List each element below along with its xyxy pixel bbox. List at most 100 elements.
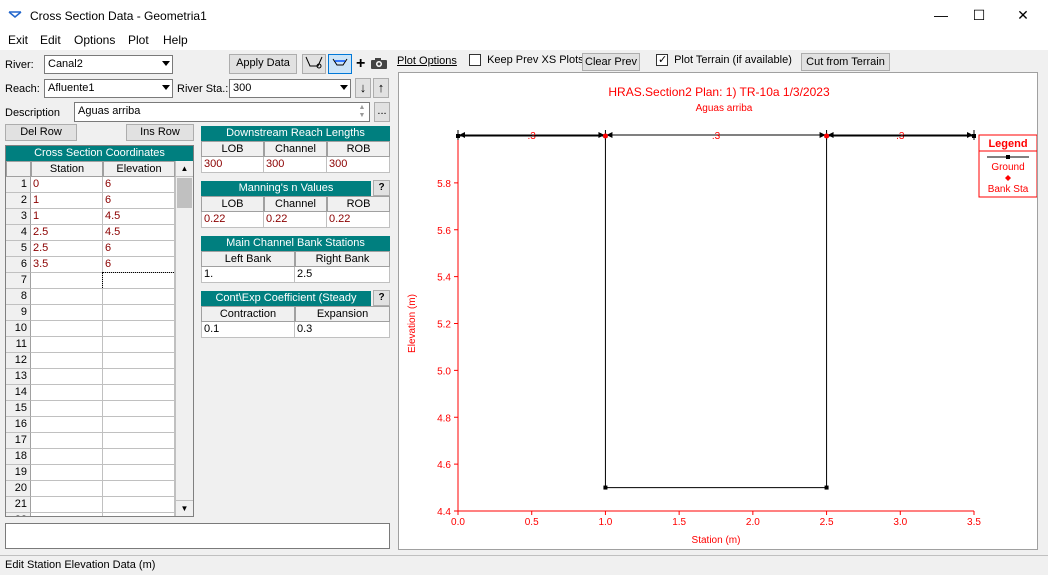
elevation-cell[interactable] bbox=[103, 449, 175, 465]
row-number[interactable]: 13 bbox=[6, 369, 31, 385]
station-cell[interactable] bbox=[31, 465, 103, 481]
contexp-help-button[interactable]: ? bbox=[373, 290, 390, 306]
row-number[interactable]: 14 bbox=[6, 385, 31, 401]
elevation-cell[interactable] bbox=[103, 465, 175, 481]
coords-scrollbar[interactable]: ▲ ▼ bbox=[175, 161, 193, 516]
plot-area[interactable]: HRAS.Section2 Plan: 1) TR-10a 1/3/2023 Ag… bbox=[398, 72, 1038, 550]
elevation-cell[interactable] bbox=[103, 433, 175, 449]
station-cell[interactable] bbox=[31, 385, 103, 401]
menu-edit[interactable]: Edit bbox=[40, 33, 61, 47]
station-cell[interactable]: 1 bbox=[31, 209, 103, 225]
row-number[interactable]: 7 bbox=[6, 273, 31, 289]
add-icon[interactable]: + bbox=[356, 55, 370, 73]
elevation-cell[interactable] bbox=[103, 337, 175, 353]
elevation-cell[interactable]: 4.5 bbox=[103, 209, 175, 225]
station-cell[interactable] bbox=[31, 353, 103, 369]
row-number[interactable]: 11 bbox=[6, 337, 31, 353]
row-number[interactable]: 8 bbox=[6, 289, 31, 305]
elevation-cell[interactable]: 4.5 bbox=[103, 225, 175, 241]
station-cell[interactable] bbox=[31, 337, 103, 353]
description-input[interactable]: Aguas arriba bbox=[74, 102, 370, 122]
elevation-cell[interactable] bbox=[103, 385, 175, 401]
station-cell[interactable] bbox=[31, 369, 103, 385]
apply-data-button[interactable]: Apply Data bbox=[229, 54, 297, 74]
row-number[interactable]: 6 bbox=[6, 257, 31, 273]
elevation-cell[interactable]: 6 bbox=[103, 193, 175, 209]
elevation-cell[interactable] bbox=[103, 497, 175, 513]
station-cell[interactable]: 0 bbox=[31, 177, 103, 193]
elevation-cell[interactable] bbox=[103, 305, 175, 321]
station-cell[interactable] bbox=[31, 273, 103, 289]
close-button[interactable]: ✕ bbox=[1000, 0, 1046, 30]
station-cell[interactable] bbox=[31, 305, 103, 321]
elevation-cell[interactable] bbox=[103, 401, 175, 417]
plot-icon-button[interactable] bbox=[302, 54, 326, 74]
menu-options[interactable]: Options bbox=[74, 33, 115, 47]
row-number[interactable]: 15 bbox=[6, 401, 31, 417]
next-station-button[interactable]: ↓ bbox=[355, 78, 371, 98]
river-select[interactable]: Canal2 bbox=[44, 55, 173, 74]
mn-channel-input[interactable]: 0.22 bbox=[264, 212, 327, 228]
station-cell[interactable] bbox=[31, 433, 103, 449]
station-cell[interactable] bbox=[31, 401, 103, 417]
elevation-cell[interactable] bbox=[103, 369, 175, 385]
mannings-help-button[interactable]: ? bbox=[373, 180, 390, 196]
row-number[interactable]: 21 bbox=[6, 497, 31, 513]
station-cell[interactable]: 2.5 bbox=[31, 241, 103, 257]
station-cell[interactable]: 3.5 bbox=[31, 257, 103, 273]
river-sta-select[interactable]: 300 bbox=[229, 79, 351, 98]
camera-icon[interactable] bbox=[370, 56, 390, 72]
plot-terrain-checkbox[interactable]: ✓ Plot Terrain (if available) bbox=[656, 54, 792, 67]
elevation-cell[interactable] bbox=[103, 321, 175, 337]
description-spin-icon[interactable]: ▲ ▼ bbox=[356, 104, 368, 120]
prev-station-button[interactable]: ↑ bbox=[373, 78, 389, 98]
row-number[interactable]: 20 bbox=[6, 481, 31, 497]
scroll-down-icon[interactable]: ▼ bbox=[176, 500, 193, 516]
row-number[interactable]: 12 bbox=[6, 353, 31, 369]
mn-lob-input[interactable]: 0.22 bbox=[201, 212, 264, 228]
contraction-input[interactable]: 0.1 bbox=[201, 322, 295, 338]
description-more-button[interactable]: ... bbox=[374, 102, 390, 122]
row-number[interactable]: 5 bbox=[6, 241, 31, 257]
elevation-cell[interactable]: 6 bbox=[103, 241, 175, 257]
rl-channel-input[interactable]: 300 bbox=[264, 157, 327, 173]
row-number[interactable]: 1 bbox=[6, 177, 31, 193]
mn-rob-input[interactable]: 0.22 bbox=[327, 212, 390, 228]
keep-prev-checkbox[interactable]: Keep Prev XS Plots bbox=[469, 54, 584, 67]
row-number[interactable]: 22 bbox=[6, 513, 31, 516]
maximize-button[interactable]: ☐ bbox=[956, 0, 1002, 30]
scroll-thumb[interactable] bbox=[177, 178, 192, 208]
row-number[interactable]: 10 bbox=[6, 321, 31, 337]
expansion-input[interactable]: 0.3 bbox=[295, 322, 390, 338]
plot-options-link[interactable]: Plot Options bbox=[397, 55, 457, 67]
elevation-cell[interactable] bbox=[103, 513, 175, 516]
elevation-cell[interactable] bbox=[103, 289, 175, 305]
message-box[interactable] bbox=[5, 523, 390, 549]
scroll-up-icon[interactable]: ▲ bbox=[176, 161, 193, 177]
row-number[interactable]: 18 bbox=[6, 449, 31, 465]
row-number[interactable]: 9 bbox=[6, 305, 31, 321]
station-cell[interactable] bbox=[31, 321, 103, 337]
station-cell[interactable] bbox=[31, 481, 103, 497]
left-bank-input[interactable]: 1. bbox=[201, 267, 295, 283]
elevation-cell[interactable] bbox=[103, 353, 175, 369]
station-cell[interactable]: 1 bbox=[31, 193, 103, 209]
water-icon-button[interactable] bbox=[328, 54, 352, 74]
station-cell[interactable] bbox=[31, 497, 103, 513]
station-cell[interactable] bbox=[31, 289, 103, 305]
keep-prev-box[interactable] bbox=[469, 54, 481, 67]
station-cell[interactable] bbox=[31, 449, 103, 465]
rl-rob-input[interactable]: 300 bbox=[327, 157, 390, 173]
menu-plot[interactable]: Plot bbox=[128, 33, 149, 47]
elevation-cell[interactable] bbox=[102, 272, 176, 290]
row-number[interactable]: 3 bbox=[6, 209, 31, 225]
cut-terrain-button[interactable]: Cut from Terrain bbox=[801, 53, 890, 71]
right-bank-input[interactable]: 2.5 bbox=[295, 267, 390, 283]
elevation-cell[interactable]: 6 bbox=[103, 177, 175, 193]
reach-select[interactable]: Afluente1 bbox=[44, 79, 173, 98]
row-number[interactable]: 17 bbox=[6, 433, 31, 449]
elevation-cell[interactable] bbox=[103, 417, 175, 433]
del-row-button[interactable]: Del Row bbox=[5, 124, 77, 141]
clear-prev-button[interactable]: Clear Prev bbox=[582, 53, 640, 71]
row-number[interactable]: 16 bbox=[6, 417, 31, 433]
